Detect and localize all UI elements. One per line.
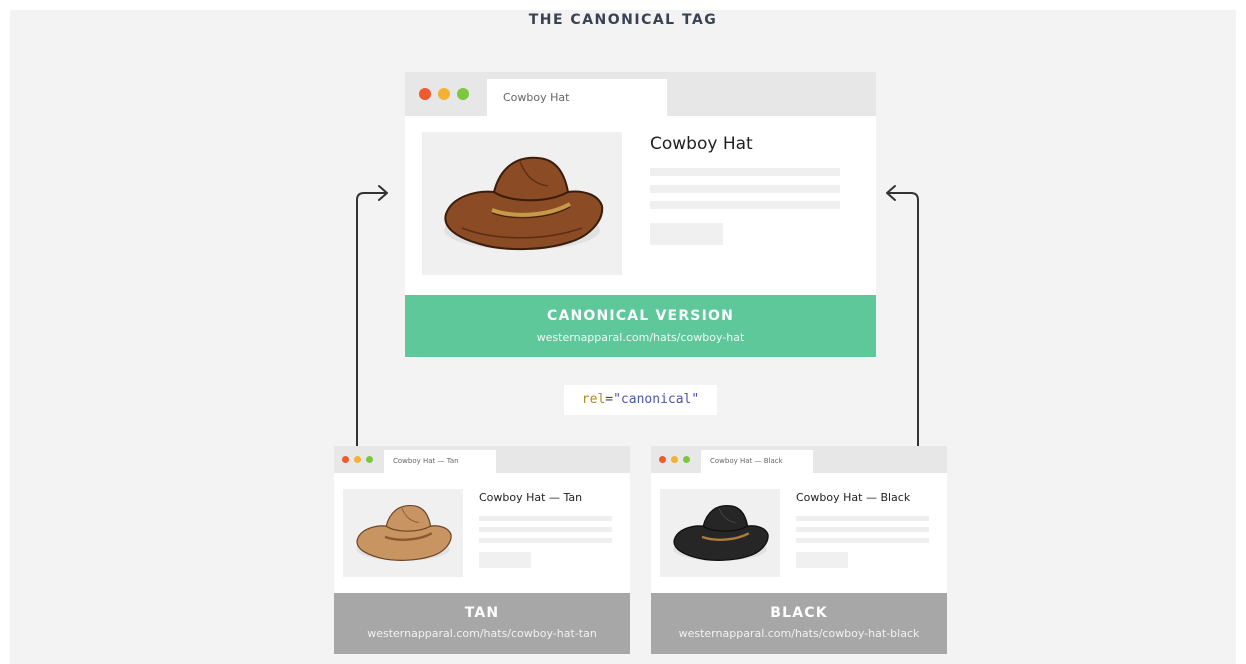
- placeholder-button: [650, 223, 723, 245]
- brown-cowboy-hat-icon: [444, 156, 604, 251]
- placeholder-button: [796, 552, 848, 568]
- tab-title: Cowboy Hat: [503, 91, 570, 104]
- tab-title: Cowboy Hat — Tan: [393, 457, 459, 465]
- tab-title: Cowboy Hat — Black: [710, 457, 783, 465]
- product-image: [660, 489, 780, 577]
- tan-banner: TAN westernapparal.com/hats/cowboy-hat-t…: [334, 593, 630, 654]
- black-cowboy-hat-icon: [673, 505, 769, 561]
- browser-titlebar: Cowboy Hat — Black: [651, 446, 947, 473]
- description-line: [479, 516, 612, 521]
- arrow-tan-to-canonical: [356, 192, 387, 447]
- description-line: [650, 168, 840, 176]
- rel-attribute: rel: [581, 392, 606, 407]
- close-dot-icon: [419, 88, 431, 100]
- banner-url: westernapparal.com/hats/cowboy-hat-tan: [367, 627, 597, 640]
- browser-tab: Cowboy Hat — Tan: [384, 450, 496, 473]
- banner-label: TAN: [464, 605, 500, 621]
- description-line: [796, 516, 929, 521]
- placeholder-button: [479, 552, 531, 568]
- browser-tab: Cowboy Hat — Black: [701, 450, 813, 473]
- minimize-dot-icon: [438, 88, 450, 100]
- canonical-banner: CANONICAL VERSION westernapparal.com/hat…: [405, 295, 876, 357]
- browser-titlebar: Cowboy Hat — Tan: [334, 446, 630, 473]
- rel-equals: =: [605, 392, 614, 407]
- rel-value: "canonical": [613, 392, 700, 407]
- product-image: [422, 132, 622, 275]
- product-title: Cowboy Hat: [650, 134, 753, 154]
- close-dot-icon: [659, 456, 666, 463]
- arrow-black-to-canonical: [887, 192, 919, 447]
- banner-url: westernapparal.com/hats/cowboy-hat-black: [678, 627, 920, 640]
- black-banner: BLACK westernapparal.com/hats/cowboy-hat…: [651, 593, 947, 654]
- description-line: [796, 538, 929, 543]
- description-line: [650, 201, 840, 209]
- product-title: Cowboy Hat — Black: [796, 491, 911, 504]
- description-line: [479, 527, 612, 532]
- minimize-dot-icon: [671, 456, 678, 463]
- product-image: [343, 489, 463, 577]
- close-dot-icon: [342, 456, 349, 463]
- browser-titlebar: Cowboy Hat: [405, 72, 876, 116]
- maximize-dot-icon: [366, 456, 373, 463]
- product-title: Cowboy Hat — Tan: [479, 491, 583, 504]
- description-line: [479, 538, 612, 543]
- description-line: [796, 527, 929, 532]
- rel-canonical-tag: rel="canonical": [564, 385, 717, 415]
- description-line: [650, 185, 840, 193]
- browser-tab: Cowboy Hat: [487, 79, 667, 116]
- banner-url: westernapparal.com/hats/cowboy-hat: [536, 331, 745, 344]
- minimize-dot-icon: [354, 456, 361, 463]
- maximize-dot-icon: [457, 88, 469, 100]
- maximize-dot-icon: [683, 456, 690, 463]
- banner-label: CANONICAL VERSION: [546, 308, 735, 324]
- banner-label: BLACK: [770, 605, 828, 621]
- tan-cowboy-hat-icon: [356, 505, 452, 561]
